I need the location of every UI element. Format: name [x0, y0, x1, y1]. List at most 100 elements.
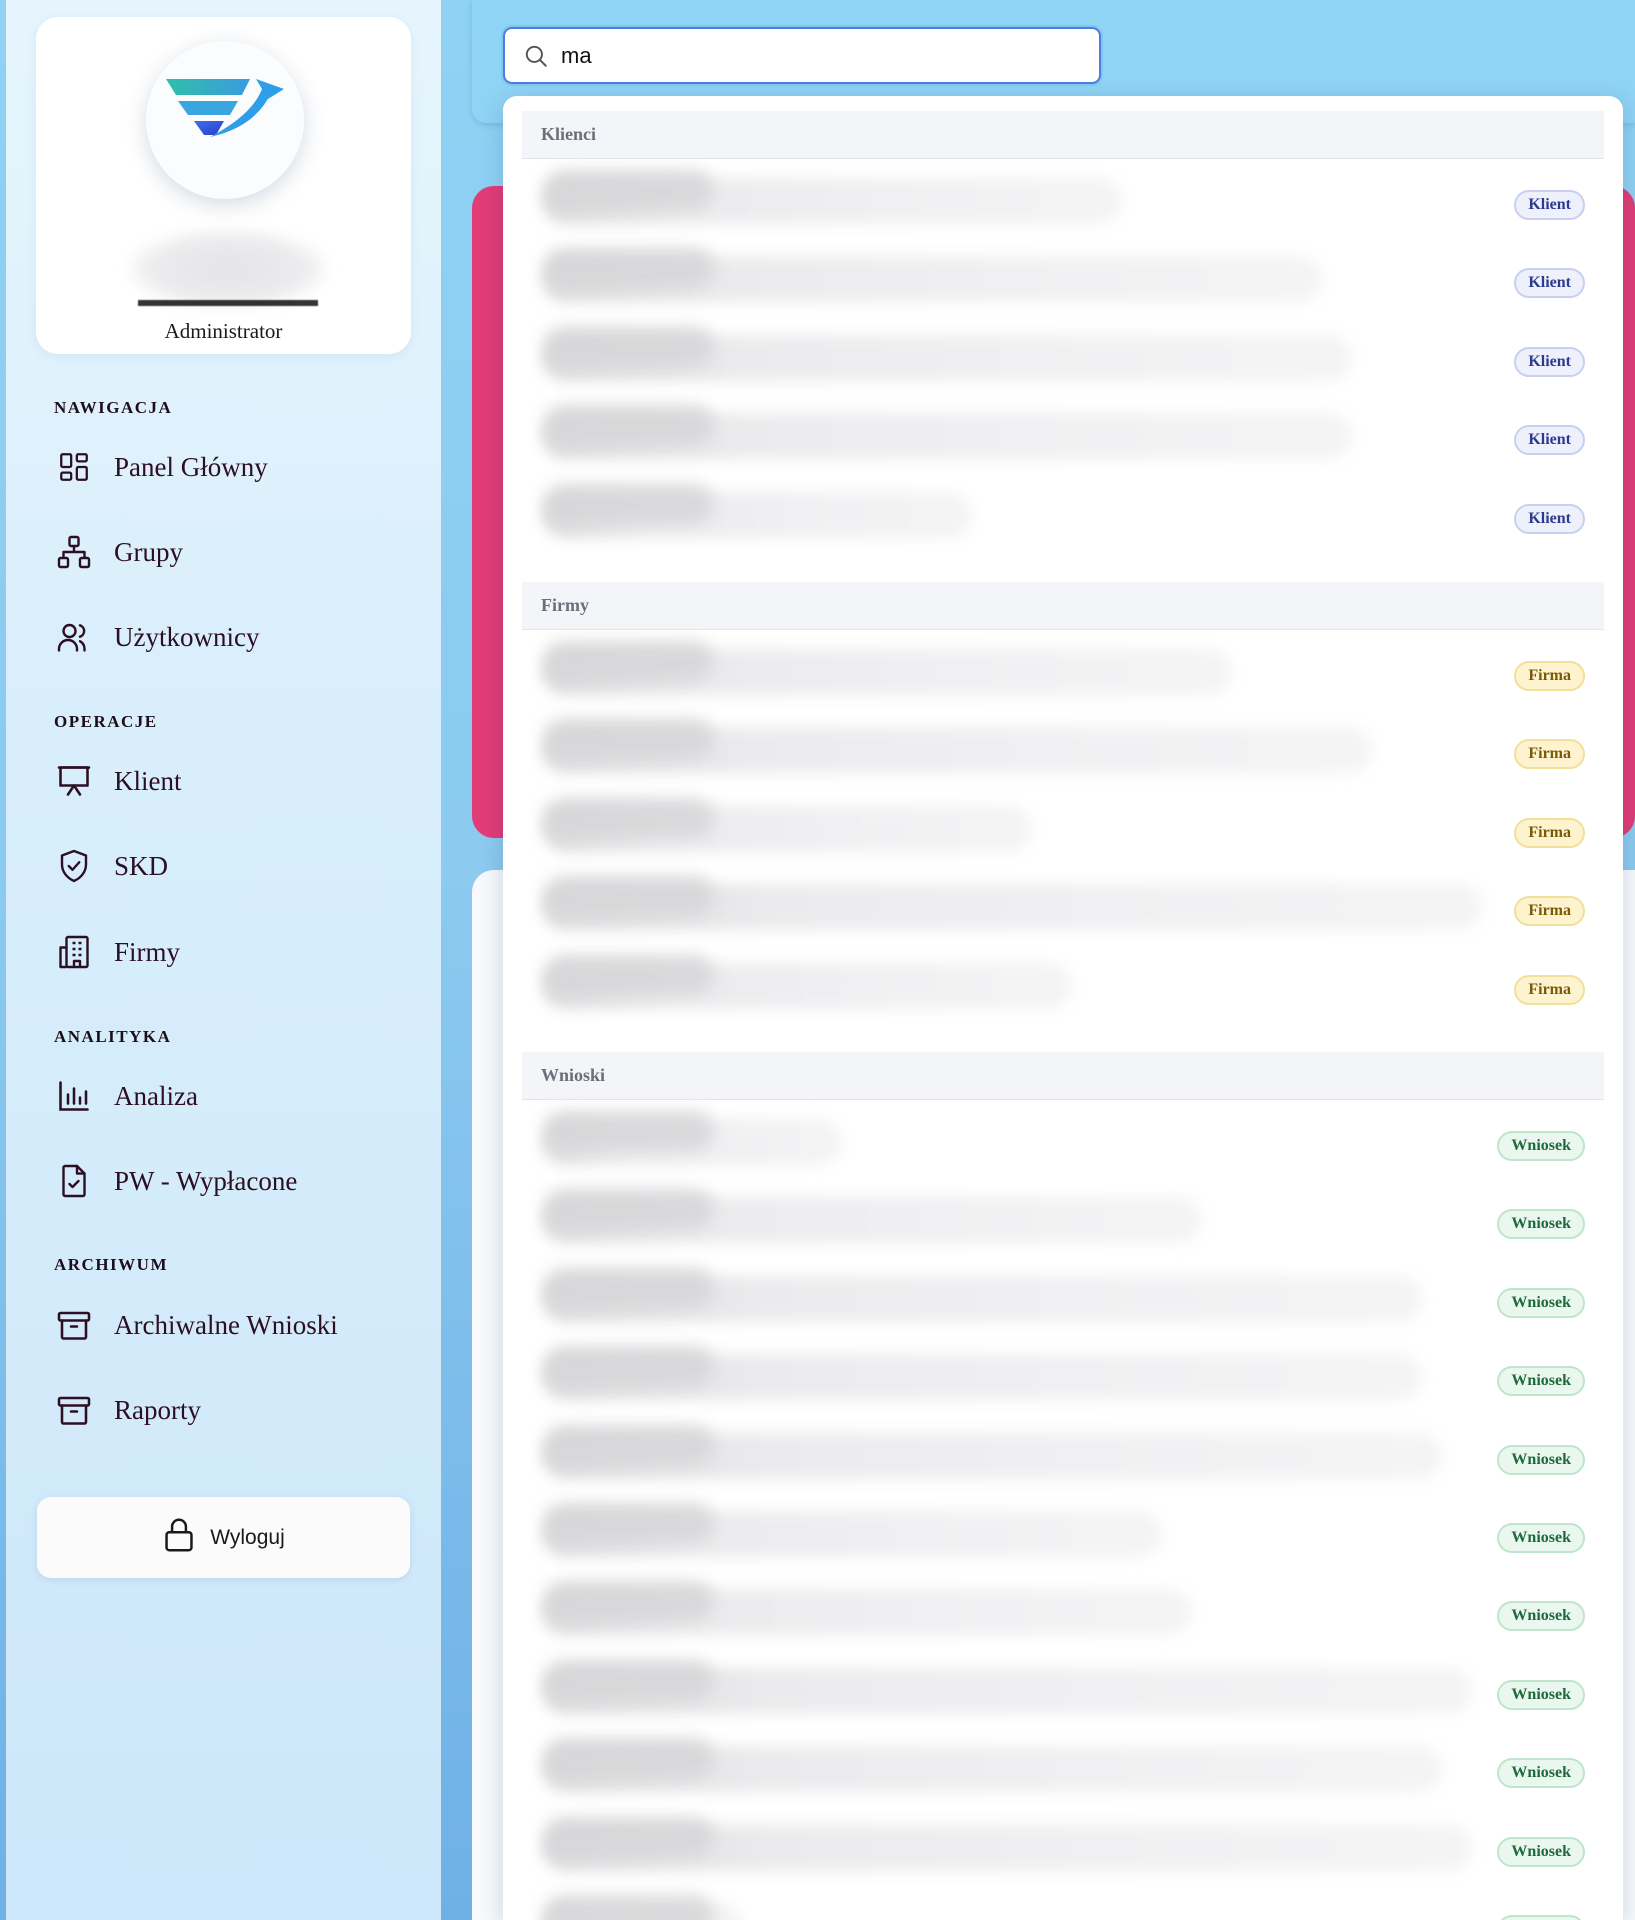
result-row[interactable]: Klient — [522, 244, 1604, 322]
nav-item-firmy[interactable]: Firmy — [54, 924, 414, 980]
search-input[interactable] — [561, 42, 1081, 69]
company-logo — [146, 41, 304, 199]
user-name-underline — [138, 300, 318, 306]
search-icon — [523, 43, 549, 69]
result-row[interactable]: Wniosek — [522, 1577, 1604, 1655]
result-type-badge: Wniosek — [1497, 1601, 1585, 1631]
redacted-result-title — [544, 1189, 714, 1229]
redacted-result-title — [544, 1817, 714, 1857]
global-search[interactable] — [503, 27, 1101, 84]
result-row[interactable]: Firma — [522, 951, 1604, 1029]
logout-button[interactable]: Wyloguj — [37, 1497, 410, 1578]
nav-item-panel-glowny[interactable]: Panel Główny — [54, 439, 414, 495]
redacted-result-title — [544, 1346, 714, 1386]
result-type-badge: Wniosek — [1497, 1366, 1585, 1396]
result-row[interactable]: Wniosek — [522, 1185, 1604, 1263]
result-type-badge: Wniosek — [1497, 1758, 1585, 1788]
nav-label: Użytkownicy — [114, 621, 260, 652]
archive-icon — [54, 1305, 94, 1345]
redacted-result-title — [544, 641, 714, 681]
result-type-badge: Wniosek — [1497, 1915, 1585, 1920]
result-row[interactable]: Klient — [522, 480, 1604, 558]
result-row[interactable]: Wniosek — [522, 1891, 1604, 1920]
result-row[interactable]: Wniosek — [522, 1264, 1604, 1342]
result-row[interactable]: Klient — [522, 166, 1604, 244]
result-type-badge: Wniosek — [1497, 1209, 1585, 1239]
result-type-badge: Firma — [1514, 661, 1585, 691]
nav-item-analiza[interactable]: Analiza — [54, 1068, 414, 1124]
building-icon — [54, 932, 94, 972]
nav-label: Archiwalne Wnioski — [114, 1309, 338, 1340]
result-type-badge: Firma — [1514, 818, 1585, 848]
shield-check-icon — [54, 846, 94, 886]
nav-item-pw-wyplacone[interactable]: PW - Wypłacone — [54, 1153, 414, 1209]
result-row[interactable]: Firma — [522, 794, 1604, 872]
nav-item-uzytkownicy[interactable]: Użytkownicy — [54, 609, 414, 665]
archive-icon — [54, 1390, 94, 1430]
result-type-badge: Klient — [1514, 268, 1585, 298]
nav-item-archiwalne-wnioski[interactable]: Archiwalne Wnioski — [54, 1297, 414, 1353]
nav-label: Analiza — [114, 1080, 198, 1111]
user-role: Administrator — [164, 319, 283, 343]
document-check-icon — [54, 1161, 94, 1201]
nav-label: Klient — [114, 765, 182, 796]
result-type-badge: Firma — [1514, 975, 1585, 1005]
redacted-result-title — [544, 405, 714, 445]
redacted-result-title — [544, 248, 714, 288]
redacted-result-title — [544, 798, 714, 838]
redacted-result-title — [544, 1895, 714, 1920]
search-results-dropdown: Klienci Klient Klient Klient Klient Klient Fir… — [503, 96, 1623, 1920]
nav-item-skd[interactable]: SKD — [54, 838, 414, 894]
section-title-operacje: OPERACJE — [54, 712, 158, 731]
result-row[interactable]: Firma — [522, 715, 1604, 793]
result-type-badge: Wniosek — [1497, 1837, 1585, 1867]
result-row[interactable]: Wniosek — [522, 1421, 1604, 1499]
redacted-result-title — [544, 484, 714, 524]
hierarchy-icon — [54, 532, 94, 572]
result-row[interactable]: Wniosek — [522, 1499, 1604, 1577]
result-row[interactable]: Wniosek — [522, 1734, 1604, 1812]
result-row[interactable]: Wniosek — [522, 1107, 1604, 1185]
section-title-analityka: ANALITYKA — [54, 1027, 172, 1046]
redacted-result-title — [544, 876, 714, 916]
results-group-header: Klienci — [522, 111, 1604, 159]
redacted-result-title — [544, 1503, 714, 1543]
result-type-badge: Wniosek — [1497, 1445, 1585, 1475]
profile-card: Administrator — [36, 17, 411, 354]
section-title-nawigacja: NAWIGACJA — [54, 398, 173, 417]
section-title-archiwum: ARCHIWUM — [54, 1255, 168, 1274]
nav-item-raporty[interactable]: Raporty — [54, 1382, 414, 1438]
nav-item-grupy[interactable]: Grupy — [54, 524, 414, 580]
bar-chart-icon — [54, 1076, 94, 1116]
redacted-result-title — [544, 719, 714, 759]
presentation-icon — [54, 761, 94, 801]
nav-label: Firmy — [114, 936, 181, 967]
result-type-badge: Wniosek — [1497, 1288, 1585, 1318]
nav-label: Grupy — [114, 536, 183, 567]
result-row[interactable]: Firma — [522, 872, 1604, 950]
result-type-badge: Firma — [1514, 739, 1585, 769]
result-row[interactable]: Klient — [522, 401, 1604, 479]
redacted-result-title — [544, 170, 714, 210]
nav-label: SKD — [114, 850, 169, 881]
result-type-badge: Klient — [1514, 190, 1585, 220]
user-name-redacted — [128, 229, 328, 309]
result-row[interactable]: Klient — [522, 323, 1604, 401]
result-row[interactable]: Wniosek — [522, 1342, 1604, 1420]
result-type-badge: Klient — [1514, 504, 1585, 534]
result-type-badge: Klient — [1514, 347, 1585, 377]
result-row[interactable]: Wniosek — [522, 1813, 1604, 1891]
logout-label: Wyloguj — [210, 1525, 285, 1549]
nav-label: Raporty — [114, 1394, 201, 1425]
redacted-result-title — [544, 955, 714, 995]
lock-icon — [162, 1517, 196, 1558]
result-type-badge: Wniosek — [1497, 1680, 1585, 1710]
nav-item-klient[interactable]: Klient — [54, 753, 414, 809]
result-type-badge: Wniosek — [1497, 1523, 1585, 1553]
results-group-header: Wnioski — [522, 1052, 1604, 1100]
results-group-header: Firmy — [522, 582, 1604, 630]
redacted-result-title — [544, 1268, 714, 1308]
redacted-result-title — [544, 1660, 714, 1700]
result-row[interactable]: Wniosek — [522, 1656, 1604, 1734]
result-row[interactable]: Firma — [522, 637, 1604, 715]
